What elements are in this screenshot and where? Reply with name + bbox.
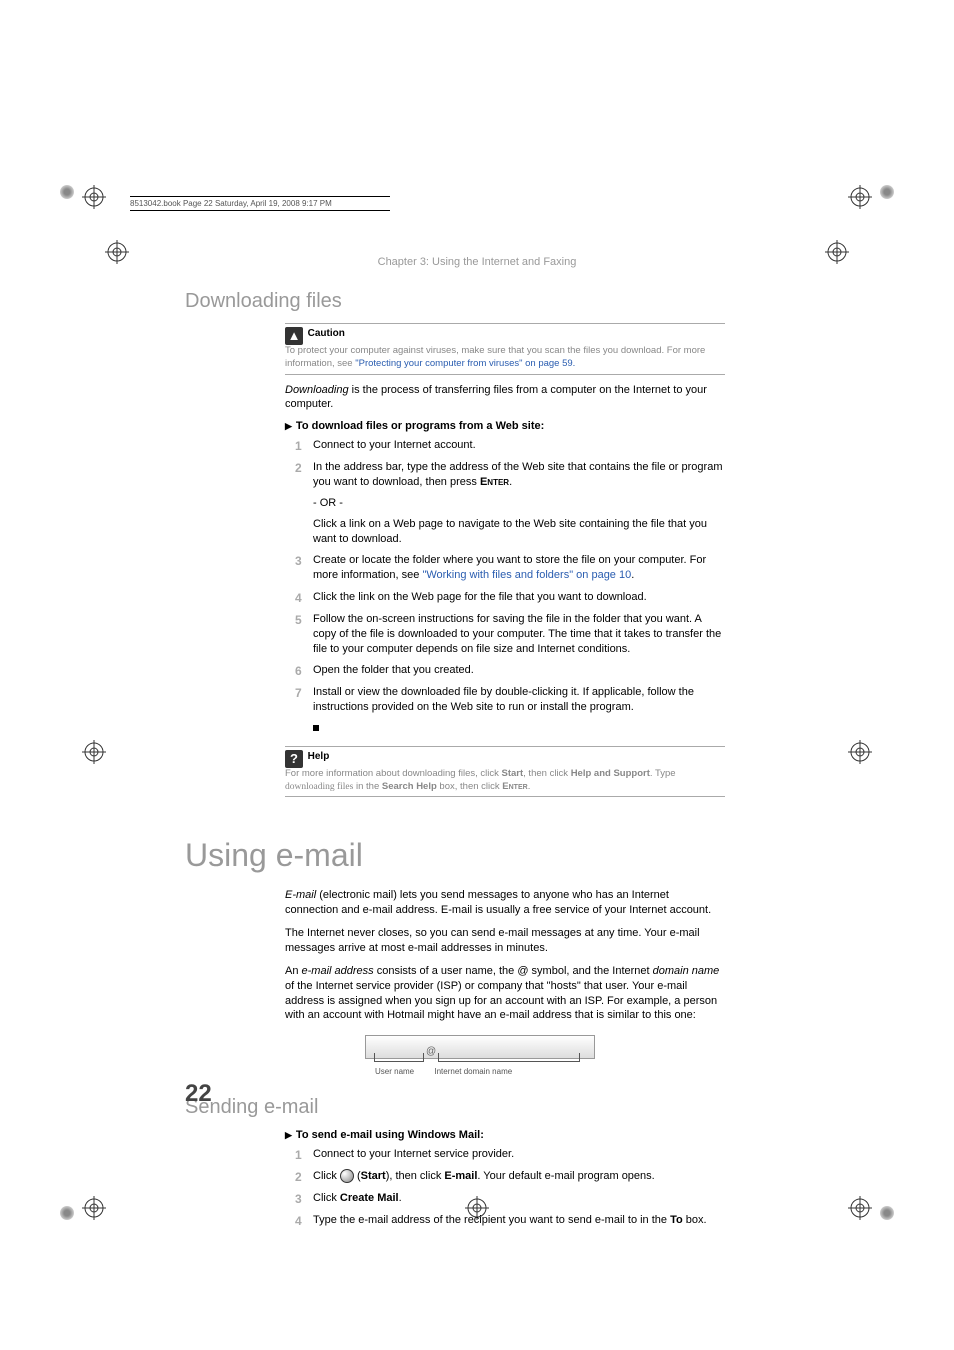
caution-link[interactable]: "Protecting your computer from viruses" …	[355, 358, 575, 369]
diagram-user-name: User name	[375, 1067, 414, 1076]
caution-label: Caution	[308, 328, 345, 339]
task-head-send-email: To send e-mail using Windows Mail:	[285, 1129, 775, 1141]
email-address-diagram: @ User name Internet domain name	[365, 1035, 595, 1076]
email-p1: E-mail (electronic mail) lets you send m…	[285, 888, 725, 918]
section-sending-email: Sending e-mail	[185, 1096, 775, 1119]
send-email-steps: 1Connect to your Internet service provid…	[295, 1147, 725, 1227]
intro-text: Downloading is the process of transferri…	[285, 383, 725, 413]
section-downloading-files: Downloading files	[185, 290, 775, 313]
start-orb-icon	[340, 1169, 354, 1183]
step-2: 2 In the address bar, type the address o…	[295, 460, 725, 546]
email-p3: An e-mail address consists of a user nam…	[285, 964, 725, 1023]
step-5: 5Follow the on-screen instructions for s…	[295, 612, 725, 657]
page-number: 22	[185, 1080, 212, 1108]
registration-mark-icon	[82, 185, 106, 209]
step-1: 1Connect to your Internet account.	[295, 438, 725, 453]
step-7: 7Install or view the downloaded file by …	[295, 685, 725, 736]
help-icon: ?	[285, 750, 303, 768]
section-using-email: Using e-mail	[185, 837, 775, 874]
diagram-domain-name: Internet domain name	[434, 1067, 512, 1076]
task-head-download: To download files or programs from a Web…	[285, 420, 775, 432]
caution-body: To protect your computer against viruses…	[285, 345, 705, 369]
end-mark-icon	[313, 725, 319, 731]
caution-icon: ▲	[285, 327, 303, 345]
step-4: 4 Type the e-mail address of the recipie…	[295, 1213, 725, 1228]
step-6: 6Open the folder that you created.	[295, 663, 725, 678]
step-3: 3 Create or locate the folder where you …	[295, 553, 725, 583]
registration-mark-icon	[848, 740, 872, 764]
email-p2: The Internet never closes, so you can se…	[285, 926, 725, 956]
download-steps: 1Connect to your Internet account. 2 In …	[295, 438, 725, 736]
registration-mark-icon	[82, 740, 106, 764]
help-label: Help	[308, 751, 330, 762]
help-body: For more information about downloading f…	[285, 768, 676, 792]
caution-callout: ▲ Caution To protect your computer again…	[285, 323, 725, 375]
help-callout: ? Help For more information about downlo…	[285, 746, 725, 798]
page-header-line: 8513042.book Page 22 Saturday, April 19,…	[130, 196, 390, 211]
registration-mark-icon	[82, 1196, 106, 1220]
registration-mark-icon	[848, 1196, 872, 1220]
step-3: 3 Click Create Mail.	[295, 1191, 725, 1206]
step-4: 4Click the link on the Web page for the …	[295, 590, 725, 605]
step-2: 2 Click (Start), then click E-mail. Your…	[295, 1169, 725, 1184]
registration-mark-icon	[848, 185, 872, 209]
step-1: 1Connect to your Internet service provid…	[295, 1147, 725, 1162]
chapter-title: Chapter 3: Using the Internet and Faxing	[0, 256, 954, 268]
link-working-files[interactable]: "Working with files and folders" on page…	[422, 569, 631, 581]
